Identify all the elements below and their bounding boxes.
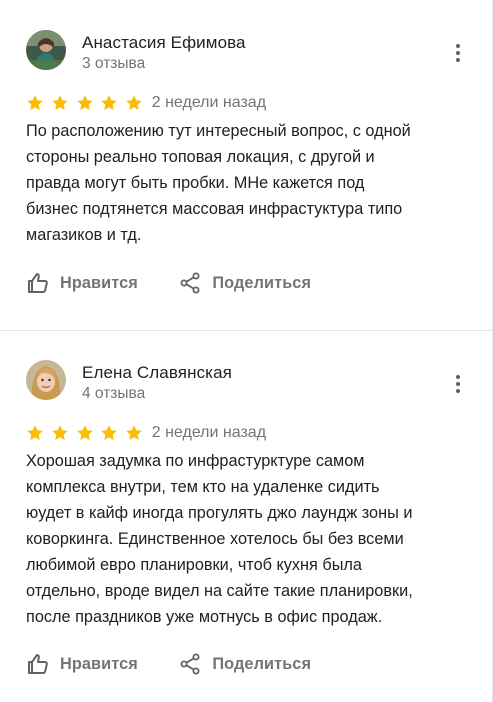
more-vert-icon[interactable] xyxy=(448,41,468,65)
review-date: 2 недели назад xyxy=(151,424,267,441)
star-rating xyxy=(26,94,145,112)
author-name[interactable]: Анастасия Ефимова xyxy=(82,33,246,53)
share-label: Поделиться xyxy=(212,273,312,292)
like-label: Нравится xyxy=(60,654,138,673)
review-actions: Нравится Поделиться xyxy=(26,652,311,678)
author-name[interactable]: Елена Славянская xyxy=(82,363,232,383)
review-text: По расположению тут интересный вопрос, с… xyxy=(26,122,411,244)
review-date: 2 недели назад xyxy=(151,94,267,111)
thumb-up-icon xyxy=(28,654,48,674)
star-icon xyxy=(27,425,43,440)
review-card: Елена Славянская 4 отзыва 2 недели назад… xyxy=(0,331,492,702)
review-card: Анастасия Ефимова 3 отзыва 2 недели наза… xyxy=(0,0,492,331)
thumb-up-icon xyxy=(28,273,48,293)
like-button[interactable]: Нравится xyxy=(26,652,138,676)
star-icon xyxy=(101,95,117,110)
author-review-count: 4 отзыва xyxy=(82,385,146,402)
star-icon xyxy=(52,95,68,110)
share-icon xyxy=(180,272,200,294)
avatar[interactable] xyxy=(26,360,66,400)
author-review-count: 3 отзыва xyxy=(82,55,146,72)
star-icon xyxy=(27,95,43,110)
star-icon xyxy=(101,425,117,440)
share-button[interactable]: Поделиться xyxy=(178,271,311,295)
star-icon xyxy=(76,95,93,110)
review-text: Хорошая задумка по инфрастурктуре самом … xyxy=(26,452,413,626)
share-button[interactable]: Поделиться xyxy=(178,652,311,676)
star-icon xyxy=(76,425,93,440)
star-icon xyxy=(126,95,142,110)
like-label: Нравится xyxy=(60,273,138,292)
like-button[interactable]: Нравится xyxy=(26,271,138,295)
more-vert-icon[interactable] xyxy=(448,372,468,396)
share-icon xyxy=(180,653,200,675)
rating-row: 2 недели назад xyxy=(26,424,266,444)
star-icon xyxy=(52,425,68,440)
star-icon xyxy=(126,425,142,440)
rating-row: 2 недели назад xyxy=(26,94,266,114)
star-rating xyxy=(26,424,145,442)
review-actions: Нравится Поделиться xyxy=(26,271,311,297)
avatar[interactable] xyxy=(26,30,66,70)
share-label: Поделиться xyxy=(212,654,312,673)
